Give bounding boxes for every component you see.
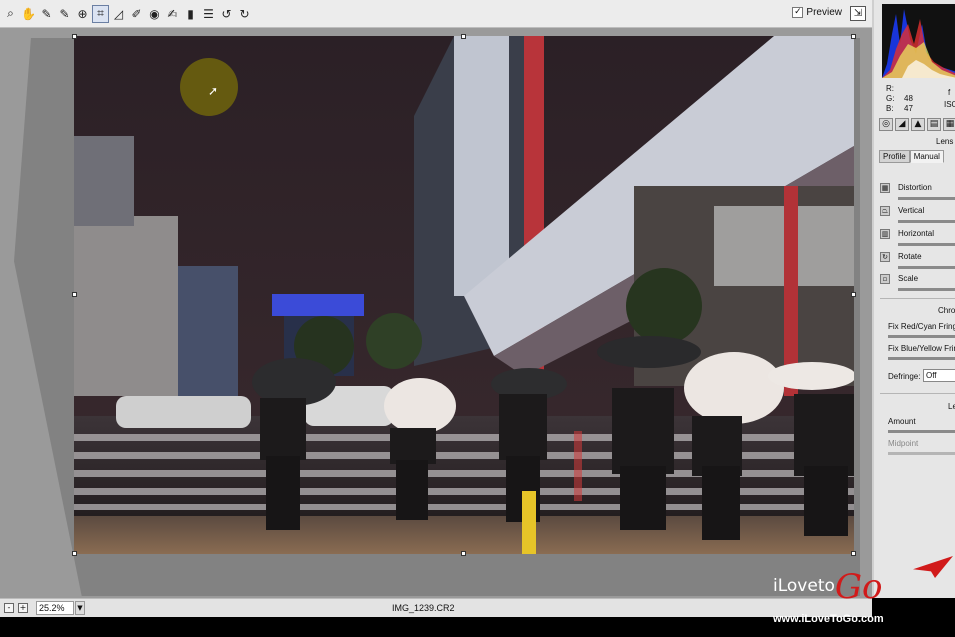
crop-handle-top-mid[interactable] [461,34,466,39]
section-divider [880,298,955,299]
spot-removal-tool-icon[interactable]: ✐ [129,6,144,22]
scale-label: Scale [898,274,919,283]
camera-info-value: f [948,88,951,97]
rotate-track[interactable] [898,266,955,269]
watermark-logo: iLovetoGo [773,556,953,607]
panel-tab-strip: ◎ ◢ ▲ ▤ ▦ [879,118,955,133]
fix-red-cyan-slider[interactable] [888,335,955,338]
watermark-url: www.iLoveToGo.com [773,613,884,625]
status-bar: - + 25.2% ▼ IMG_1239.CR2 [0,598,872,617]
scale-track[interactable] [898,288,955,291]
horizontal-track[interactable] [898,243,955,246]
watermark-brand-text: iLoveto [773,576,835,596]
zoom-level-field[interactable]: 25.2% [36,601,74,615]
preview-checkbox[interactable]: ✓ [792,7,804,18]
watermark-go-text: Go [834,567,883,607]
red-eye-tool-icon[interactable]: ◉ [147,6,162,22]
rgb-readout-labels: R: G: B: [886,84,895,113]
crop-handle-bottom-left[interactable] [72,551,77,556]
horizontal-icon: ▥ [880,229,890,239]
vertical-slider[interactable]: ⏢ Vertical [880,206,955,226]
rotate-left-icon[interactable]: ↺ [219,6,234,22]
adjustment-brush-icon[interactable]: ✍ [165,6,180,22]
fix-blue-yellow-slider[interactable] [888,357,955,360]
midpoint-label: Midpoint [888,439,919,448]
vertical-track[interactable] [898,220,955,223]
top-toolbar: ⌕ ✋ ✎ ✎ ⊕ ⌗ ◿ ✐ ◉ ✍ ▮ ☰ ↺ ↻ ✓ Preview ⇲ [0,0,872,28]
zoom-dropdown-icon[interactable]: ▼ [75,601,85,615]
scale-slider[interactable]: ▫ Scale [880,274,955,294]
distortion-track[interactable] [898,197,955,200]
vertical-label: Vertical [898,206,925,215]
image-canvas[interactable]: ➚ [0,28,872,598]
zoom-out-button[interactable]: - [4,603,14,613]
rgb-readout-values: 48 47 [904,94,913,113]
preview-label: Preview [806,7,842,18]
crop-handle-top-left[interactable] [72,34,77,39]
panel-tab-4-icon[interactable]: ▦ [943,118,955,131]
panel-title: Lens [936,137,954,146]
graduated-filter-icon[interactable]: ▮ [183,6,198,22]
scale-icon: ▫ [880,274,890,284]
adjustments-panel: R: G: B: 48 47 ISO f ◎◢▲▤▦ Lens Profile … [872,0,955,598]
crop-handle-mid-left[interactable] [72,292,77,297]
crop-handle-mid-right[interactable] [851,292,856,297]
amount-label: Amount [888,417,916,426]
fix-blue-yellow-label: Fix Blue/Yellow Fring [888,344,955,353]
preferences-icon[interactable]: ☰ [201,6,216,22]
zoom-in-button[interactable]: + [18,603,28,613]
lens-vignetting-title: Le [948,402,955,411]
color-sampler-tool-icon[interactable]: ✎ [57,6,72,22]
street-scene-photo [74,36,854,554]
crop-tool-icon[interactable]: ⌗ [92,4,109,23]
fix-red-cyan-label: Fix Red/Cyan Fringe [888,322,955,331]
horizontal-slider[interactable]: ▥ Horizontal [880,229,955,249]
panel-tab-0-icon[interactable]: ◎ [879,118,893,131]
crop-handle-top-right[interactable] [851,34,856,39]
rotate-right-icon[interactable]: ↻ [237,6,252,22]
preview-toggle[interactable]: ✓ Preview [792,7,842,18]
fullscreen-icon[interactable]: ⇲ [850,6,866,21]
panel-tab-2-icon[interactable]: ▲ [911,118,925,131]
defringe-select[interactable]: Off [923,369,955,382]
vertical-icon: ⏢ [880,206,890,216]
amount-slider[interactable] [888,430,955,433]
tool-group: ⌕ ✋ ✎ ✎ ⊕ ⌗ ◿ ✐ ◉ ✍ ▮ ☰ ↺ ↻ [3,4,255,23]
defringe-label: Defringe: [888,372,921,381]
rotate-label: Rotate [898,252,922,261]
file-name: IMG_1239.CR2 [392,603,455,613]
crop-handle-bottom-mid[interactable] [461,551,466,556]
crop-handle-bottom-right[interactable] [851,551,856,556]
midpoint-slider[interactable] [888,452,955,455]
targeted-adjustment-tool-icon[interactable]: ⊕ [75,6,90,22]
panel-tab-3-icon[interactable]: ▤ [927,118,941,131]
section-divider [880,393,955,394]
iso-label: ISO [944,100,955,109]
panel-tab-1-icon[interactable]: ◢ [895,118,909,131]
white-balance-tool-icon[interactable]: ✎ [39,6,54,22]
horizontal-label: Horizontal [898,229,935,238]
hand-tool-icon[interactable]: ✋ [21,6,36,22]
straighten-tool-icon[interactable]: ◿ [111,6,126,22]
tab-manual[interactable]: Manual [909,150,944,163]
photo-preview[interactable] [74,36,854,554]
rotate-icon: ↻ [880,252,890,262]
pointer-cursor-icon: ➚ [208,84,219,98]
rotate-slider[interactable]: ↻ Rotate [880,252,955,272]
histogram [882,4,955,78]
distortion-slider[interactable]: ▦ Distortion [880,183,955,203]
lens-subtabs: Profile Manual [879,150,944,163]
chromatic-aberration-title: Chrom [938,306,955,315]
distortion-label: Distortion [898,183,932,192]
zoom-tool-icon[interactable]: ⌕ [3,6,18,22]
distortion-icon: ▦ [880,183,890,193]
tab-profile[interactable]: Profile [879,150,910,163]
